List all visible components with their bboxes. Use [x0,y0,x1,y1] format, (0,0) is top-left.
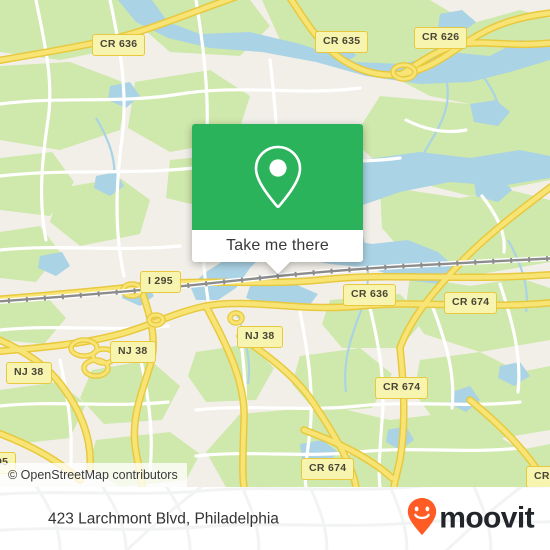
map-canvas[interactable]: CR 636 CR 635 CR 626 I 295 CR 636 CR 674… [0,0,550,487]
map-screenshot: CR 636 CR 635 CR 626 I 295 CR 636 CR 674… [0,0,550,550]
road-shield[interactable]: CR 636 [92,34,146,56]
road-shield[interactable]: CR 626 [414,27,468,49]
road-shield[interactable]: CR 674 [375,377,429,399]
take-me-there-label: Take me there [226,237,329,254]
moovit-logo[interactable]: moovit [407,497,535,540]
moovit-pin-smiley-icon [407,497,437,540]
location-popup-card[interactable]: Take me there [192,124,363,274]
footer-bar: 423 Larchmont Blvd, Philadelphia moovit [0,487,550,550]
road-shield[interactable]: NJ 38 [110,341,156,363]
road-shield[interactable]: CR 636 [343,284,397,306]
road-shield[interactable]: CR 674 [444,292,498,314]
moovit-wordmark: moovit [439,501,534,535]
map-pin-icon [252,144,304,210]
road-shield[interactable]: CR 6 [526,466,550,487]
popup-header [192,124,363,230]
road-shield[interactable]: I 295 [140,271,181,293]
popup-pointer-tail [265,262,290,274]
road-shield[interactable]: CR 674 [301,458,355,480]
address-label: 423 Larchmont Blvd, Philadelphia [48,509,279,527]
road-shield[interactable]: CR 635 [315,31,369,53]
osm-attribution[interactable]: © OpenStreetMap contributors [0,462,187,487]
take-me-there-button[interactable]: Take me there [192,230,363,262]
road-shield[interactable]: NJ 38 [6,362,52,384]
road-shield[interactable]: NJ 38 [237,326,283,348]
